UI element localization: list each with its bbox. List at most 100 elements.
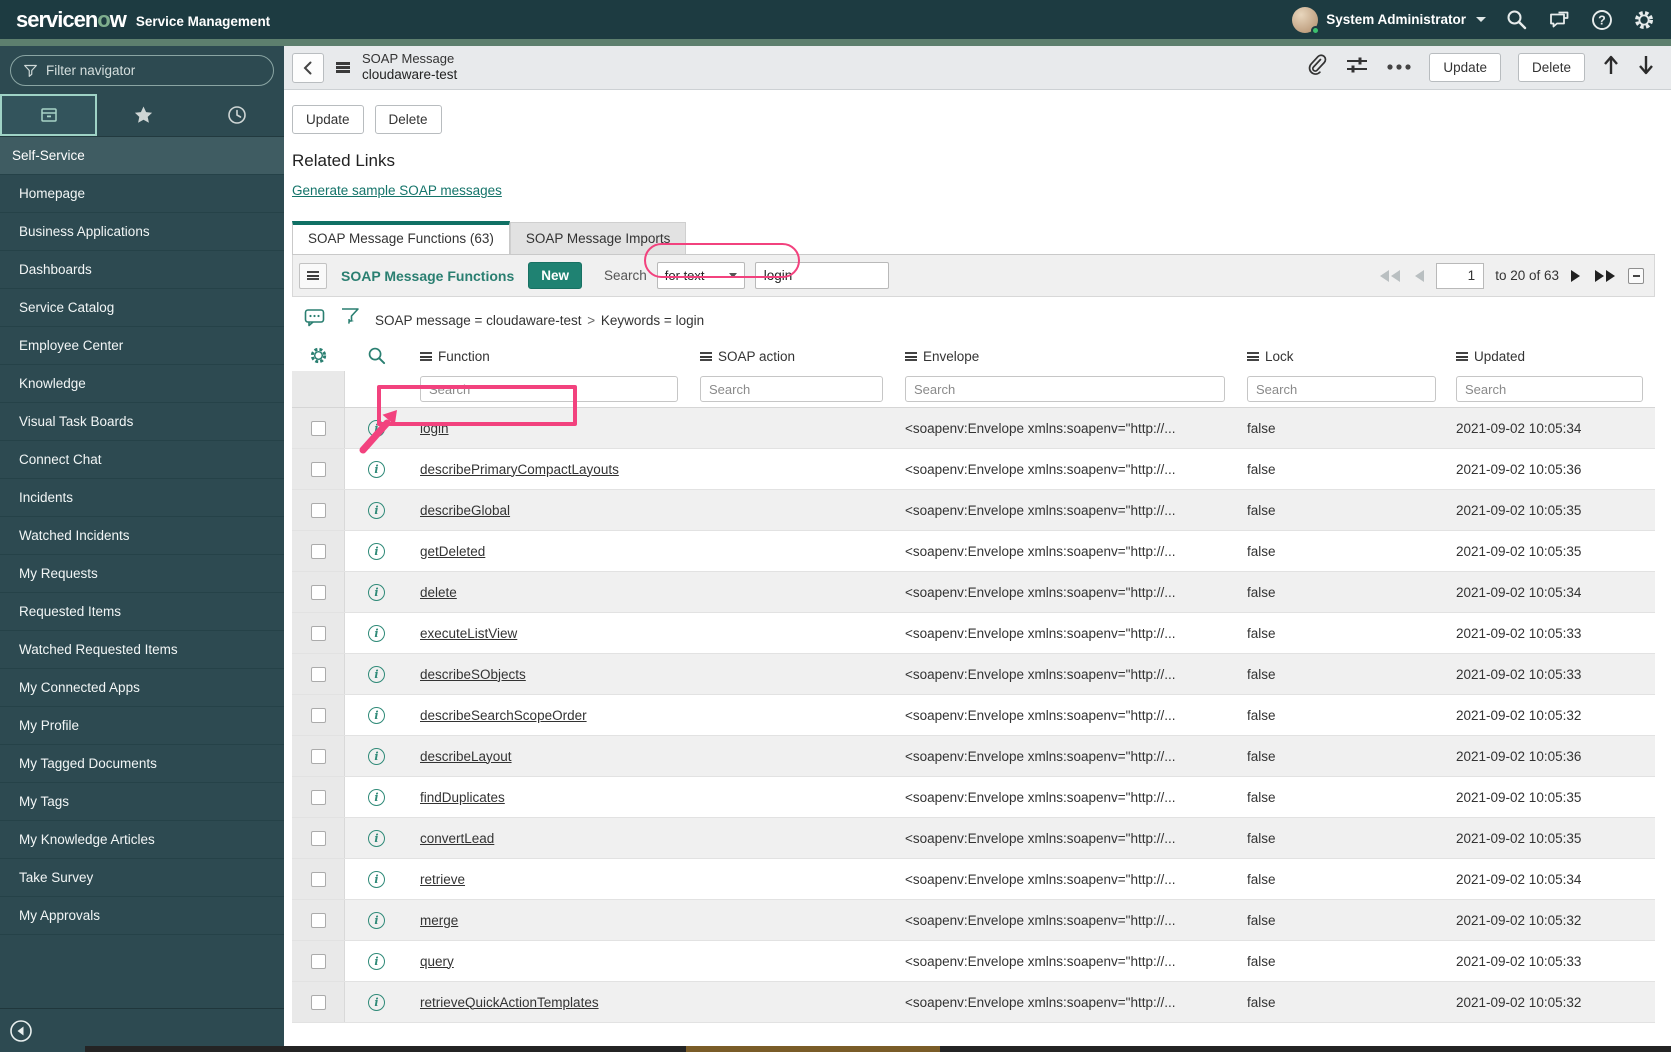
- function-link[interactable]: convertLead: [420, 831, 494, 846]
- tab-favorites[interactable]: [97, 94, 190, 136]
- info-icon[interactable]: [368, 542, 385, 560]
- row-checkbox[interactable]: [310, 994, 326, 1010]
- sidebar-item[interactable]: My Tagged Documents: [0, 745, 284, 783]
- page-number-input[interactable]: [1436, 262, 1485, 289]
- function-link[interactable]: describePrimaryCompactLayouts: [420, 462, 619, 477]
- function-link[interactable]: describeLayout: [420, 749, 512, 764]
- filter-navigator-input[interactable]: [46, 63, 246, 78]
- row-checkbox[interactable]: [310, 748, 326, 764]
- soap-action-column-search[interactable]: [700, 376, 883, 402]
- info-icon[interactable]: [368, 911, 385, 929]
- envelope-column-search[interactable]: [905, 376, 1225, 402]
- sidebar-item[interactable]: Incidents: [0, 479, 284, 517]
- search-type-select[interactable]: for text: [656, 262, 745, 289]
- info-icon[interactable]: [368, 501, 385, 519]
- row-checkbox[interactable]: [310, 584, 326, 600]
- function-link[interactable]: describeSObjects: [420, 667, 526, 682]
- function-column-search[interactable]: [420, 376, 678, 402]
- function-link[interactable]: delete: [420, 585, 457, 600]
- sidebar-item[interactable]: Knowledge: [0, 365, 284, 403]
- info-icon[interactable]: [368, 419, 385, 437]
- row-checkbox[interactable]: [310, 543, 326, 559]
- list-search-input[interactable]: [754, 262, 889, 289]
- back-button[interactable]: [292, 52, 324, 83]
- help-icon[interactable]: ?: [1591, 9, 1613, 31]
- info-icon[interactable]: [368, 583, 385, 601]
- info-icon[interactable]: [368, 747, 385, 765]
- row-checkbox[interactable]: [310, 666, 326, 682]
- function-link[interactable]: getDeleted: [420, 544, 485, 559]
- info-icon[interactable]: [368, 624, 385, 642]
- personalize-form-icon[interactable]: [1345, 55, 1369, 80]
- attachment-icon[interactable]: [1306, 54, 1328, 81]
- collapse-sidebar-icon[interactable]: [8, 1018, 34, 1044]
- previous-page-icon[interactable]: [1413, 269, 1425, 283]
- gear-icon[interactable]: [1633, 9, 1655, 31]
- sidebar-item[interactable]: My Knowledge Articles: [0, 821, 284, 859]
- sidebar-item[interactable]: Dashboards: [0, 251, 284, 289]
- row-checkbox[interactable]: [310, 953, 326, 969]
- column-header-envelope[interactable]: Envelope: [905, 349, 979, 364]
- delete-button-header[interactable]: Delete: [1517, 53, 1585, 82]
- list-context-menu-icon[interactable]: [299, 262, 327, 289]
- tab-all-applications[interactable]: [0, 94, 98, 136]
- sidebar-item[interactable]: Employee Center: [0, 327, 284, 365]
- sidebar-item[interactable]: My Requests: [0, 555, 284, 593]
- function-link[interactable]: findDuplicates: [420, 790, 505, 805]
- global-search-icon[interactable]: [1506, 9, 1527, 30]
- sidebar-item[interactable]: Connect Chat: [0, 441, 284, 479]
- info-icon[interactable]: [368, 665, 385, 683]
- tab-soap-message-functions[interactable]: SOAP Message Functions (63): [292, 221, 510, 254]
- breadcrumb-crumb-1[interactable]: SOAP message = cloudaware-test: [375, 313, 581, 328]
- function-link[interactable]: retrieveQuickActionTemplates: [420, 995, 599, 1010]
- tab-soap-message-imports[interactable]: SOAP Message Imports: [509, 222, 687, 254]
- info-icon[interactable]: [368, 870, 385, 888]
- previous-record-icon[interactable]: [1602, 54, 1620, 81]
- servicenow-logo[interactable]: servicenow: [16, 7, 127, 33]
- sidebar-item[interactable]: Service Catalog: [0, 289, 284, 327]
- sidebar-item[interactable]: Homepage: [0, 175, 284, 213]
- sidebar-item[interactable]: My Approvals: [0, 897, 284, 935]
- info-icon[interactable]: [368, 788, 385, 806]
- function-link[interactable]: retrieve: [420, 872, 465, 887]
- function-link[interactable]: login: [420, 421, 449, 436]
- row-checkbox[interactable]: [310, 830, 326, 846]
- row-checkbox[interactable]: [310, 502, 326, 518]
- sidebar-item[interactable]: Watched Incidents: [0, 517, 284, 555]
- column-header-soap-action[interactable]: SOAP action: [700, 349, 795, 364]
- row-checkbox[interactable]: [310, 871, 326, 887]
- row-checkbox[interactable]: [310, 625, 326, 641]
- info-icon[interactable]: [368, 952, 385, 970]
- breadcrumb-funnel-icon[interactable]: [340, 307, 360, 333]
- filter-navigator[interactable]: [10, 55, 274, 86]
- info-icon[interactable]: [368, 829, 385, 847]
- sidebar-item[interactable]: My Connected Apps: [0, 669, 284, 707]
- row-checkbox[interactable]: [310, 461, 326, 477]
- function-link[interactable]: describeSearchScopeOrder: [420, 708, 587, 723]
- connect-chat-icon[interactable]: [1547, 10, 1571, 30]
- column-header-function[interactable]: Function: [420, 349, 490, 364]
- user-menu[interactable]: System Administrator: [1292, 6, 1486, 35]
- column-header-lock[interactable]: Lock: [1247, 349, 1294, 364]
- next-record-icon[interactable]: [1637, 54, 1655, 81]
- function-link[interactable]: executeListView: [420, 626, 517, 641]
- info-icon[interactable]: [368, 706, 385, 724]
- next-page-icon[interactable]: [1570, 269, 1582, 283]
- function-link[interactable]: query: [420, 954, 454, 969]
- delete-button[interactable]: Delete: [374, 105, 442, 134]
- row-checkbox[interactable]: [310, 707, 326, 723]
- breadcrumb-crumb-2[interactable]: Keywords = login: [601, 313, 704, 328]
- list-comments-icon[interactable]: [304, 308, 325, 332]
- lock-column-search[interactable]: [1247, 376, 1436, 402]
- form-context-menu-icon[interactable]: [336, 62, 350, 73]
- row-checkbox[interactable]: [310, 420, 326, 436]
- sidebar-item[interactable]: My Tags: [0, 783, 284, 821]
- sidebar-item[interactable]: Requested Items: [0, 593, 284, 631]
- last-page-icon[interactable]: [1593, 269, 1617, 283]
- function-link[interactable]: describeGlobal: [420, 503, 510, 518]
- row-checkbox[interactable]: [310, 912, 326, 928]
- list-personalize-gear-icon[interactable]: [309, 346, 328, 368]
- sidebar-item[interactable]: Visual Task Boards: [0, 403, 284, 441]
- info-icon[interactable]: [368, 460, 385, 478]
- tab-history[interactable]: [191, 94, 284, 136]
